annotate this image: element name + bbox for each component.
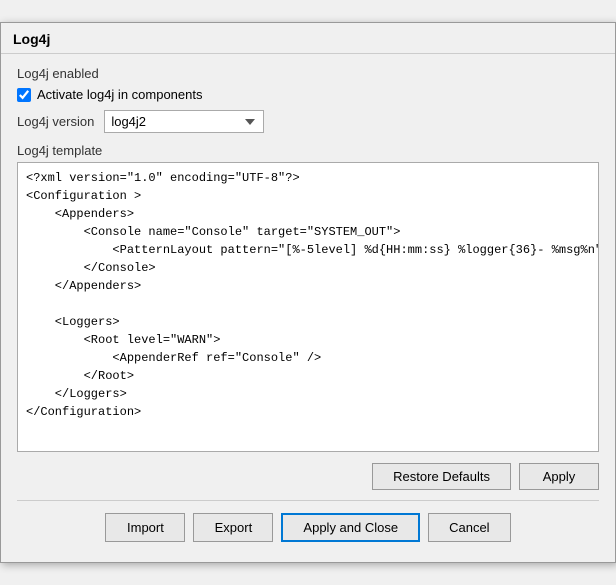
template-label: Log4j template bbox=[17, 143, 599, 158]
version-select[interactable]: log4j2 log4j bbox=[104, 110, 264, 133]
log4j-dialog: Log4j Log4j enabled Activate log4j in co… bbox=[0, 22, 616, 563]
version-label: Log4j version bbox=[17, 114, 94, 129]
divider bbox=[17, 500, 599, 501]
restore-defaults-button[interactable]: Restore Defaults bbox=[372, 463, 511, 490]
bottom-action-row: Import Export Apply and Close Cancel bbox=[17, 505, 599, 552]
dialog-title: Log4j bbox=[1, 23, 615, 54]
import-button[interactable]: Import bbox=[105, 513, 185, 542]
apply-and-close-button[interactable]: Apply and Close bbox=[281, 513, 420, 542]
template-section: Log4j template <?xml version="1.0" encod… bbox=[17, 143, 599, 455]
cancel-button[interactable]: Cancel bbox=[428, 513, 510, 542]
version-row: Log4j version log4j2 log4j bbox=[17, 110, 599, 133]
activate-checkbox[interactable] bbox=[17, 88, 31, 102]
activate-row: Activate log4j in components bbox=[17, 87, 599, 102]
activate-label: Activate log4j in components bbox=[37, 87, 202, 102]
apply-button[interactable]: Apply bbox=[519, 463, 599, 490]
export-button[interactable]: Export bbox=[193, 513, 273, 542]
template-textarea[interactable]: <?xml version="1.0" encoding="UTF-8"?> <… bbox=[17, 162, 599, 452]
dialog-body: Log4j enabled Activate log4j in componen… bbox=[1, 54, 615, 562]
enabled-label: Log4j enabled bbox=[17, 66, 599, 81]
top-action-row: Restore Defaults Apply bbox=[17, 455, 599, 496]
